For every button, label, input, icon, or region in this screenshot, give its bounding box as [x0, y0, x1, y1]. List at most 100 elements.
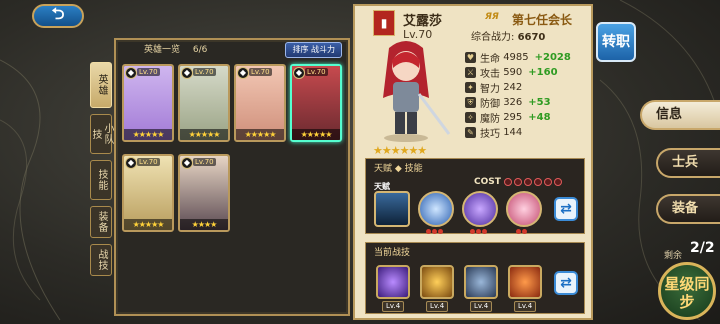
hero-card-level: Lv.70	[137, 68, 160, 76]
stat-bonus: +160	[528, 67, 558, 78]
hero-card[interactable]: ◆ Lv.70 ★★★★★	[122, 64, 174, 142]
hero-card-level: Lv.70	[305, 68, 328, 76]
talent-section-label: 天赋 ◆ 技能	[374, 164, 423, 174]
hero-card-stars: ★★★★★	[236, 129, 284, 140]
hero-list-panel: 英雄一览 6/6 排序 战斗力 ◆ Lv.70 ★★★★★ ◆ Lv.70 ★★★★★ ◆ L…	[114, 38, 350, 316]
hero-list-title: 英雄一览	[144, 45, 181, 55]
sort-by-power-button[interactable]: 排序 战斗力	[285, 42, 342, 58]
hero-card[interactable]: ◆ Lv.70 ★★★★★	[178, 64, 230, 142]
intelligence-icon: ✦	[465, 82, 476, 93]
class-icon: ◆	[181, 157, 193, 169]
skill-1-cost-gems	[426, 229, 443, 234]
stat-value: 242	[503, 82, 523, 93]
class-icon: ◆	[125, 157, 137, 169]
title-rank-badge: ЯЯ	[485, 12, 499, 22]
swap-icon: ⇄	[560, 201, 572, 217]
hero-count: 6/6	[192, 45, 208, 55]
swap-icon: ⇄	[560, 275, 572, 291]
attack-icon: ⚔	[465, 67, 476, 78]
stat-value: 144	[503, 127, 523, 138]
power-value: 6670	[517, 32, 546, 43]
remaining-label: 剩余	[664, 251, 683, 261]
tab-skills[interactable]: 技能	[90, 160, 112, 200]
stat-label: 智力	[480, 84, 500, 95]
skill-2-cost-gems	[470, 229, 487, 234]
cost-indicator	[504, 178, 562, 186]
remaining-value: 2/2	[690, 240, 715, 256]
hero-card[interactable]: ◆ Lv.70 ★★★★★	[234, 64, 286, 142]
hero-card[interactable]: ◆ Lv.70 ★★★★★	[290, 64, 342, 142]
talent-icon[interactable]	[374, 191, 410, 227]
tab-equipment[interactable]: 装备	[90, 206, 112, 238]
current-skill-section-label: 当前战技	[374, 248, 411, 258]
hero-card-stars: ★★★★★	[124, 129, 172, 140]
hero-card[interactable]: ◆ Lv.70 ★★★★★	[122, 154, 174, 232]
hero-detail-panel: ▮ 艾露莎 Lv.70 ЯЯ 第七任会长 综合战力: 6670 ♥ 生命 4985…	[353, 4, 593, 320]
stat-row-magic-defense: ✧ 魔防 295 +48	[465, 110, 571, 125]
skill-slot-1-icon[interactable]	[418, 191, 454, 227]
skill-3-cost-gems	[516, 229, 527, 234]
magic-defense-icon: ✧	[465, 112, 476, 123]
equipment-button[interactable]: 装备	[656, 194, 720, 224]
soldier-button[interactable]: 士兵	[656, 148, 720, 178]
stat-bonus: +53	[528, 97, 551, 108]
cost-label: COST	[474, 177, 501, 187]
defense-icon: ⛨	[465, 97, 476, 108]
hero-card-level: Lv.70	[193, 68, 216, 76]
stat-list: ♥ 生命 4985 +2028 ⚔ 攻击 590 +160 ✦ 智力 242 ⛨ 防御 326 +5…	[465, 50, 571, 140]
talent-skill-panel: 天赋 ◆ 技能 COST 天赋 ⇄	[365, 158, 585, 234]
stat-row-intelligence: ✦ 智力 242	[465, 80, 571, 95]
hp-icon: ♥	[465, 52, 476, 63]
side-tab-bar: 英雄 小队技 技能 装备 战技	[90, 62, 113, 282]
stat-value: 590	[503, 67, 523, 78]
back-arrow-icon: ⮌	[51, 3, 65, 23]
battle-skill-4-icon[interactable]	[508, 265, 542, 299]
hero-card[interactable]: ◆ Lv.70 ★★★★	[178, 154, 230, 232]
tab-battle-skill[interactable]: 战技	[90, 244, 112, 276]
battle-skill-1-icon[interactable]	[376, 265, 410, 299]
hero-title: 第七任会长	[512, 13, 573, 27]
battle-skill-3-icon[interactable]	[464, 265, 498, 299]
hero-list-header: 英雄一览 6/6	[144, 42, 207, 55]
battle-skill-2-level: Lv.4	[426, 301, 449, 312]
swap-battle-skill-button[interactable]: ⇄	[554, 271, 578, 295]
back-button[interactable]: ⮌	[32, 4, 84, 28]
class-change-button[interactable]: 转职	[596, 22, 636, 62]
stat-row-attack: ⚔ 攻击 590 +160	[465, 65, 571, 80]
battle-skill-2-icon[interactable]	[420, 265, 454, 299]
total-power: 综合战力: 6670	[471, 28, 545, 43]
skill-slot-2-icon[interactable]	[462, 191, 498, 227]
star-sync-button[interactable]: 星级同步	[658, 262, 716, 320]
hero-card-level: Lv.70	[193, 158, 216, 166]
stat-value: 295	[503, 112, 523, 123]
class-icon: ◆	[237, 67, 249, 79]
current-battle-skill-panel: 当前战技 Lv.4 Lv.4 Lv.4 Lv.4 ⇄	[365, 242, 585, 314]
battle-skill-4-level: Lv.4	[514, 301, 537, 312]
stat-bonus: +48	[528, 112, 551, 123]
hero-name: 艾露莎	[403, 14, 443, 29]
stat-label: 魔防	[480, 114, 500, 125]
tab-heroes[interactable]: 英雄	[90, 62, 112, 108]
stat-row-defense: ⛨ 防御 326 +53	[465, 95, 571, 110]
stat-label: 技巧	[480, 129, 500, 140]
power-label: 综合战力:	[471, 32, 515, 43]
swap-skill-button[interactable]: ⇄	[554, 197, 578, 221]
class-icon: ◆	[293, 67, 305, 79]
stat-row-skill: ✎ 技巧 144	[465, 125, 571, 140]
info-button[interactable]: 信息	[640, 100, 720, 130]
stat-value: 326	[503, 97, 523, 108]
stat-label: 生命	[480, 54, 500, 65]
skill-icon: ✎	[465, 127, 476, 138]
hero-portrait[interactable]	[359, 38, 453, 144]
tab-squad-skill[interactable]: 小队技	[90, 114, 113, 154]
class-icon: ◆	[181, 67, 193, 79]
hero-card-stars: ★★★★★	[292, 129, 340, 140]
stat-label: 防御	[480, 99, 500, 110]
hero-card-stars: ★★★★★	[124, 219, 172, 230]
stat-bonus: +2028	[534, 52, 571, 63]
red-rank-icon: ▮	[373, 10, 395, 36]
hero-card-level: Lv.70	[137, 158, 160, 166]
skill-slot-3-icon[interactable]	[506, 191, 542, 227]
talent-label: 天赋	[374, 182, 390, 191]
class-icon: ◆	[125, 67, 137, 79]
